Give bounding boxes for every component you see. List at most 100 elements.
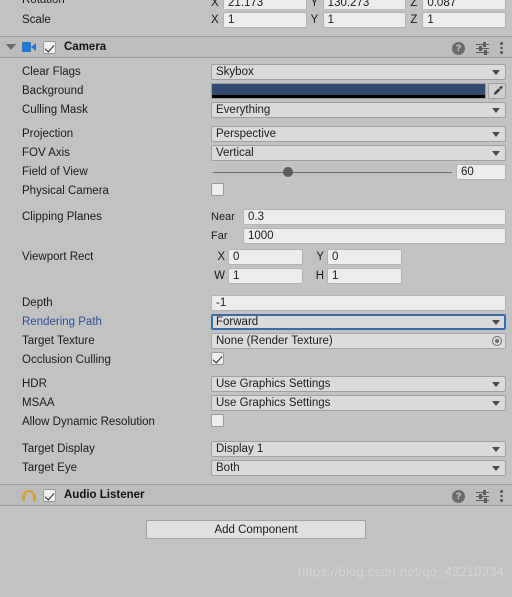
target-texture-label: Target Texture [22, 334, 95, 347]
chevron-down-icon [492, 131, 500, 137]
field-of-view-input[interactable]: 60 [456, 163, 506, 180]
background-alpha-bar [212, 94, 485, 98]
target-eye-value: Both [216, 461, 240, 474]
clear-flags-dropdown[interactable]: Skybox [211, 63, 506, 80]
rotation-z-input[interactable]: 0.087 [422, 0, 507, 9]
clipping-planes-near-row: Clipping Planes Near 0.3 [0, 207, 512, 226]
clipping-far-input[interactable]: 1000 [243, 227, 506, 244]
clipping-planes-label: Clipping Planes [22, 210, 102, 223]
viewport-x-input[interactable]: 0 [228, 248, 303, 265]
target-display-value: Display 1 [216, 442, 264, 455]
target-texture-object-field[interactable]: None (Render Texture) [211, 332, 506, 349]
fov-axis-row: FOV Axis Vertical [0, 143, 512, 162]
depth-label: Depth [22, 296, 53, 309]
field-of-view-row: Field of View 60 [0, 162, 512, 181]
rotation-y-input[interactable]: 130.273 [322, 0, 407, 9]
inspector-panel: Rotation X 21.173 Y 130.273 Z 0.087 Scal… [0, 0, 512, 597]
help-icon[interactable]: ? [452, 41, 465, 55]
clipping-far-label: Far [211, 229, 228, 242]
chevron-down-icon [492, 150, 500, 156]
clipping-near-label: Near [211, 210, 235, 223]
headphone-icon [22, 489, 36, 501]
msaa-row: MSAA Use Graphics Settings [0, 393, 512, 412]
camera-component-title: Camera [64, 41, 107, 53]
clipping-planes-far-row: Far 1000 [0, 226, 512, 245]
transform-rotation-label: Rotation [0, 0, 211, 6]
msaa-label: MSAA [22, 396, 55, 409]
projection-dropdown[interactable]: Perspective [211, 125, 506, 142]
allow-dynamic-resolution-row: Allow Dynamic Resolution [0, 412, 512, 431]
target-display-dropdown[interactable]: Display 1 [211, 440, 506, 457]
audio-listener-enabled-checkbox[interactable] [43, 488, 56, 502]
viewport-y-input[interactable]: 0 [327, 248, 402, 265]
rotation-x-input[interactable]: 21.173 [223, 0, 307, 9]
scale-x-input[interactable]: 1 [223, 11, 307, 28]
occlusion-culling-checkbox[interactable] [211, 351, 224, 365]
target-texture-row: Target Texture None (Render Texture) [0, 331, 512, 350]
viewport-w-input[interactable]: 1 [228, 267, 303, 284]
background-color-swatch[interactable] [211, 82, 486, 99]
physical-camera-label: Physical Camera [22, 184, 109, 197]
scale-y-input[interactable]: 1 [322, 11, 407, 28]
chevron-down-icon [492, 69, 500, 75]
chevron-down-icon [492, 446, 500, 452]
hdr-value: Use Graphics Settings [216, 377, 331, 390]
more-menu-icon[interactable] [500, 42, 504, 55]
rendering-path-dropdown[interactable]: Forward [211, 313, 506, 330]
depth-input[interactable]: -1 [211, 294, 506, 311]
rotation-x-axis-label: X [211, 0, 219, 9]
allow-dynamic-resolution-label: Allow Dynamic Resolution [22, 415, 155, 428]
chevron-down-icon [492, 319, 500, 325]
culling-mask-row: Culling Mask Everything [0, 100, 512, 119]
hdr-dropdown[interactable]: Use Graphics Settings [211, 375, 506, 392]
help-icon[interactable]: ? [452, 489, 465, 503]
chevron-down-icon [492, 107, 500, 113]
clipping-near-input[interactable]: 0.3 [243, 208, 506, 225]
background-color-fill [212, 83, 485, 95]
clear-flags-value: Skybox [216, 65, 254, 78]
chevron-down-icon [492, 465, 500, 471]
chevron-down-icon [492, 400, 500, 406]
add-component-button[interactable]: Add Component [146, 520, 366, 539]
scale-z-axis-label: Z [410, 13, 418, 26]
projection-value: Perspective [216, 127, 277, 140]
clear-flags-row: Clear Flags Skybox [0, 62, 512, 81]
rendering-path-value: Forward [216, 315, 259, 328]
physical-camera-checkbox[interactable] [211, 182, 224, 196]
hdr-row: HDR Use Graphics Settings [0, 374, 512, 393]
audio-listener-component-title: Audio Listener [64, 489, 145, 501]
target-texture-value: None (Render Texture) [216, 334, 333, 347]
scale-z-input[interactable]: 1 [422, 11, 507, 28]
viewport-y-label: Y [316, 250, 324, 263]
culling-mask-value: Everything [216, 103, 271, 116]
viewport-h-input[interactable]: 1 [327, 267, 402, 284]
more-menu-icon[interactable] [500, 490, 504, 503]
eyedropper-icon[interactable] [488, 82, 506, 99]
camera-component-header[interactable]: Camera ? [0, 36, 512, 58]
target-eye-label: Target Eye [22, 461, 77, 474]
culling-mask-dropdown[interactable]: Everything [211, 101, 506, 118]
transform-scale-label: Scale [22, 13, 51, 26]
rendering-path-row: Rendering Path Forward [0, 312, 512, 331]
projection-label: Projection [22, 127, 74, 140]
viewport-w-label: W [214, 269, 225, 282]
preset-icon[interactable] [476, 489, 489, 503]
audio-listener-component-header[interactable]: Audio Listener ? [0, 484, 512, 506]
msaa-dropdown[interactable]: Use Graphics Settings [211, 394, 506, 411]
preset-icon[interactable] [476, 41, 489, 55]
camera-foldout-arrow[interactable] [6, 44, 16, 50]
rotation-y-axis-label: Y [310, 0, 319, 9]
allow-dynamic-resolution-checkbox[interactable] [211, 413, 224, 427]
scale-y-axis-label: Y [310, 13, 319, 26]
fov-axis-dropdown[interactable]: Vertical [211, 144, 506, 161]
object-picker-icon[interactable] [492, 335, 502, 346]
field-of-view-slider[interactable] [211, 164, 452, 180]
camera-enabled-checkbox[interactable] [43, 40, 56, 54]
add-component-area: Add Component [0, 520, 512, 539]
chevron-down-icon [492, 381, 500, 387]
scale-x-axis-label: X [211, 13, 219, 26]
target-eye-dropdown[interactable]: Both [211, 459, 506, 476]
slider-knob[interactable] [283, 166, 294, 177]
slider-track [213, 171, 452, 173]
transform-scale-row: Scale X 1 Y 1 Z 1 [0, 9, 512, 30]
